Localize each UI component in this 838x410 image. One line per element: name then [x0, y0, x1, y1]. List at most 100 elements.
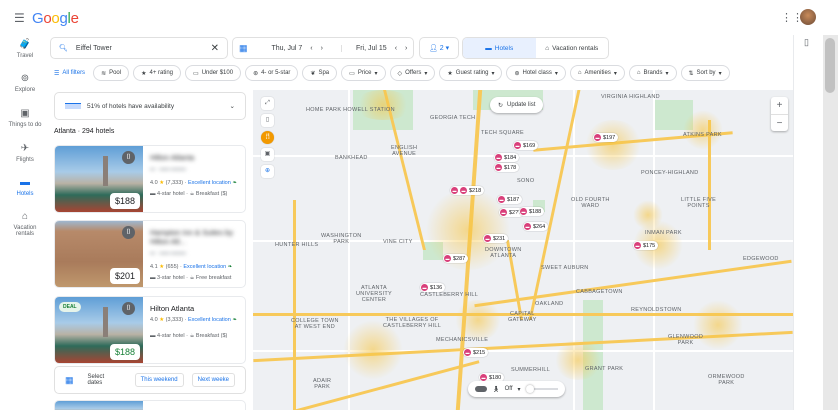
- google-logo[interactable]: Google: [32, 10, 79, 27]
- rail-vacation-rentals[interactable]: ⌂ Vacation rentals: [0, 211, 50, 237]
- checkin-date[interactable]: Thu, Jul 7: [268, 45, 307, 52]
- rail-explore[interactable]: ⊚ Explore: [0, 73, 50, 93]
- hotel-photo[interactable]: ⌷ $201: [55, 221, 143, 287]
- next-checkin-button[interactable]: ›: [317, 45, 327, 52]
- calendar-icon: ▦: [65, 374, 74, 385]
- search-icon: 🔍︎: [59, 45, 68, 52]
- filter-brands[interactable]: ⌂ Brands ▾: [628, 65, 677, 81]
- pin-price: $197: [603, 134, 616, 141]
- price-pin[interactable]: ▬ $184: [494, 153, 520, 162]
- filter-pool[interactable]: ≋ Pool: [93, 65, 130, 81]
- hotel-name[interactable]: Hilton Atlanta: [150, 304, 241, 313]
- map-label: COLLEGE TOWN AT WEST END: [291, 318, 339, 330]
- filter-4-rating[interactable]: ★ 4+ rating: [133, 65, 182, 81]
- filter-4-5-star[interactable]: ⊛ 4- or 5-star: [245, 65, 299, 81]
- hotel-name[interactable]: Hilton Atlanta: [150, 153, 241, 162]
- tab-hotels[interactable]: ▬ Hotels: [463, 38, 536, 58]
- select-dates-banner: ▦ Select dates This weekend Next weeke: [54, 366, 246, 394]
- eco-leaf-icon: ❧: [232, 180, 237, 186]
- filter-amenities[interactable]: ⌂ Amenities ▾: [569, 65, 625, 81]
- chevron-down-icon: ▾: [374, 70, 378, 77]
- next-checkout-button[interactable]: ›: [401, 45, 411, 52]
- bookmark-icon[interactable]: ⌷: [122, 151, 135, 164]
- hotel-photo[interactable]: DEAL ⌷ $188: [55, 297, 143, 363]
- pin-price: $178: [504, 164, 517, 171]
- search-area-icon[interactable]: ⊕: [261, 165, 274, 178]
- rail-flights[interactable]: ✈ Flights: [0, 143, 50, 163]
- filter-guest-rating[interactable]: ★ Guest rating ▾: [439, 65, 503, 81]
- clear-icon[interactable]: ✕: [211, 43, 219, 54]
- hotel-card[interactable]: ⌷ $188 Hilton Atlanta ▬ · ▬▬ ▬▬▬ 4.0 ★ (7,…: [54, 145, 246, 213]
- saved-icon[interactable]: ▯: [804, 37, 809, 48]
- map[interactable]: HOME PARK HOWELL STATION GEORGIA TECH VI…: [253, 90, 793, 410]
- expand-icon[interactable]: ⤢: [261, 97, 274, 110]
- map-label: ENGLISH AVENUE: [391, 145, 418, 157]
- hotel-photo[interactable]: [55, 401, 143, 410]
- rail-travel[interactable]: 🧳 Travel: [0, 39, 50, 59]
- pin-price: $264: [533, 223, 546, 230]
- price-pin[interactable]: ▬ $188: [519, 207, 545, 216]
- hotel-amenity: Breakfast ($): [195, 333, 228, 339]
- prev-checkin-button[interactable]: ‹: [306, 45, 316, 52]
- hotel-card[interactable]: DEAL ⌷ $188 Hilton Atlanta 4.0 ★ (3,333) ·…: [54, 296, 246, 364]
- walking-time-value[interactable]: Off: [505, 386, 513, 392]
- avatar[interactable]: [800, 9, 816, 25]
- hotel-name[interactable]: Hampton Inn & Suites by Hilton Atl...: [150, 228, 241, 246]
- walking-time-slider[interactable]: [525, 385, 558, 393]
- hotel-card[interactable]: [54, 400, 246, 410]
- price-pin[interactable]: ▬ $287: [443, 254, 469, 263]
- price-pin[interactable]: ▬ $231: [483, 234, 509, 243]
- restaurant-icon[interactable]: 🍴︎: [261, 131, 274, 144]
- walking-toggle[interactable]: [475, 386, 487, 392]
- hotel-photo[interactable]: ⌷ $188: [55, 146, 143, 212]
- price-pin[interactable]: ▬ $136: [420, 283, 446, 292]
- filter-spa[interactable]: ❦ Spa: [302, 65, 338, 81]
- price-pin[interactable]: ▬ $264: [523, 222, 549, 231]
- next-weekend-button[interactable]: Next weeke: [191, 373, 235, 387]
- bookmark-icon[interactable]: ⌷: [122, 302, 135, 315]
- sort-by-button[interactable]: ⇅ Sort by ▾: [680, 65, 730, 81]
- search-input[interactable]: 🔍︎ Eiffel Tower ✕: [50, 37, 228, 59]
- price-pin[interactable]: ▬ $197: [593, 133, 619, 142]
- guests-selector[interactable]: 👤︎ 2 ▾: [419, 37, 459, 59]
- checkout-date[interactable]: Fri, Jul 15: [340, 44, 391, 52]
- pin-price: $175: [643, 242, 656, 249]
- filter-offers[interactable]: ◇ Offers ▾: [389, 65, 436, 81]
- chevron-down-icon: ▾: [718, 70, 722, 77]
- date-picker[interactable]: ▦ Thu, Jul 7 ‹ › Fri, Jul 15 ‹ ›: [232, 37, 414, 59]
- hotel-card[interactable]: ⌷ $201 Hampton Inn & Suites by Hilton Atl…: [54, 220, 246, 288]
- prev-checkout-button[interactable]: ‹: [391, 45, 401, 52]
- transit-icon[interactable]: ▯: [261, 114, 274, 127]
- price-pin[interactable]: ▬ $215: [463, 348, 489, 357]
- price-pin[interactable]: ▬ $175: [633, 241, 659, 250]
- zoom-out-button[interactable]: −: [771, 114, 788, 131]
- map-label: THE VILLAGES OF CASTLEBERRY HILL: [383, 317, 442, 329]
- update-list-button[interactable]: ↻ Update list: [490, 97, 544, 113]
- attractions-icon[interactable]: ▣: [261, 148, 274, 161]
- chevron-down-icon: ▾: [491, 70, 495, 77]
- price-pin[interactable]: ▬ $169: [513, 141, 539, 150]
- bookmark-icon[interactable]: ⌷: [122, 226, 135, 239]
- hotel-icon: ▬: [514, 142, 521, 149]
- zoom-in-button[interactable]: +: [771, 97, 788, 114]
- pin-price: $215: [473, 349, 486, 356]
- this-weekend-button[interactable]: This weekend: [134, 373, 184, 387]
- price-pin[interactable]: ▬ $187: [497, 195, 523, 204]
- scrollbar-thumb[interactable]: [825, 38, 835, 93]
- map-label: HUNTER HILLS: [275, 242, 319, 248]
- price-pin[interactable]: ▬ ▬ $218: [450, 186, 485, 195]
- tab-vacation-rentals[interactable]: ⌂ Vacation rentals: [536, 38, 609, 58]
- map-label: MECHANICSVILLE: [436, 337, 489, 343]
- price-pin[interactable]: ▬ $178: [494, 163, 520, 172]
- class-icon: ⊛: [514, 70, 520, 77]
- filter-hotel-class[interactable]: ⊛ Hotel class ▾: [506, 65, 566, 81]
- rail-hotels[interactable]: ▬ Hotels: [0, 177, 50, 197]
- star-icon: ★: [447, 70, 453, 77]
- filter-price[interactable]: ▭ Price ▾: [341, 65, 386, 81]
- availability-banner[interactable]: 51% of hotels have availability ⌄: [54, 92, 246, 120]
- menu-icon[interactable]: ☰: [14, 11, 25, 25]
- filter-under-100[interactable]: ▭ Under $100: [185, 65, 242, 81]
- rail-things-to-do[interactable]: ▣ Things to do: [0, 108, 50, 128]
- chip-label: Brands: [643, 70, 663, 76]
- all-filters-button[interactable]: ☰ All filters: [50, 65, 89, 81]
